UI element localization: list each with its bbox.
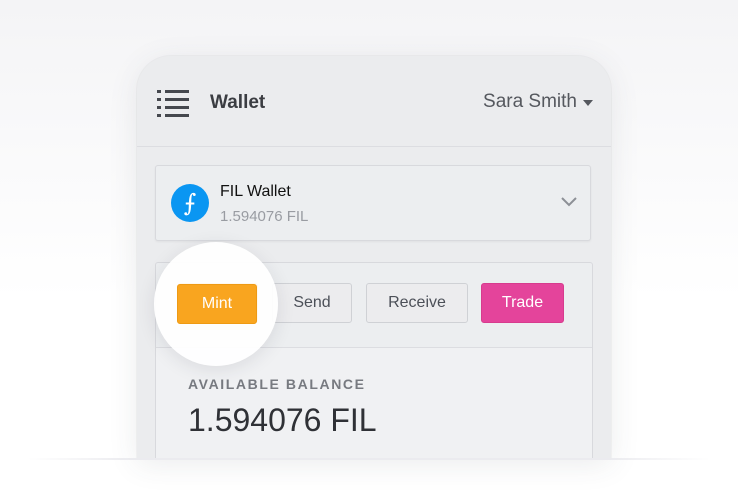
trade-button[interactable]: Trade — [481, 283, 564, 323]
receive-button[interactable]: Receive — [366, 283, 468, 323]
caret-down-icon — [583, 100, 593, 106]
user-menu[interactable]: Sara Smith — [483, 91, 593, 113]
wallet-balance: 1.594076 FIL — [220, 208, 309, 225]
list-menu-icon[interactable] — [157, 89, 189, 117]
mint-button-highlighted[interactable]: Mint — [177, 284, 257, 324]
page-title: Wallet — [210, 92, 266, 113]
user-name: Sara Smith — [483, 91, 577, 112]
balance-value: 1.594076 FIL — [188, 402, 377, 438]
chevron-down-icon[interactable] — [560, 196, 578, 208]
divider — [28, 458, 710, 460]
app-header: Wallet Sara Smith — [137, 56, 611, 147]
send-button[interactable]: Send — [272, 283, 352, 323]
filecoin-icon: ⨍ — [171, 184, 209, 222]
wallet-name: FIL Wallet — [220, 183, 291, 200]
wallet-selector[interactable]: ⨍ FIL Wallet 1.594076 FIL — [155, 165, 591, 241]
balance-label: AVAILABLE BALANCE — [188, 376, 366, 392]
